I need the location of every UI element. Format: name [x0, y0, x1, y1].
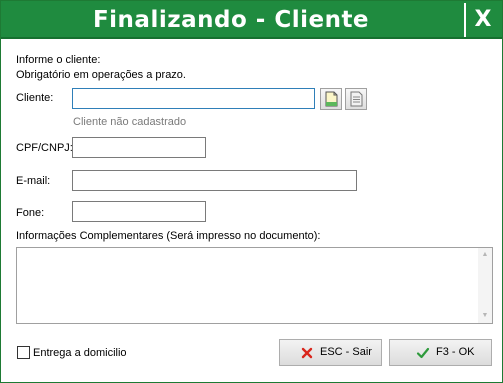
- search-client-button[interactable]: [345, 88, 367, 110]
- esc-sair-button[interactable]: ESC - Sair: [279, 339, 382, 366]
- info-line-1: Informe o cliente:: [16, 54, 101, 66]
- email-input[interactable]: [72, 170, 357, 191]
- cpf-input[interactable]: [72, 137, 206, 158]
- info-line-2: Obrigatório em operações a prazo.: [16, 69, 186, 81]
- cpf-label: CPF/CNPJ:: [16, 142, 73, 154]
- vertical-scrollbar[interactable]: ▲ ▼: [478, 248, 492, 323]
- title-bar: Finalizando - Cliente X: [1, 1, 502, 39]
- cliente-status: Cliente não cadastrado: [73, 116, 187, 128]
- info-complementares-textarea[interactable]: ▲ ▼: [16, 247, 493, 324]
- document-list-icon: [350, 91, 363, 107]
- fone-label: Fone:: [16, 207, 45, 219]
- entrega-checkbox[interactable]: [17, 346, 30, 359]
- email-label: E-mail:: [16, 175, 51, 187]
- scroll-up-icon[interactable]: ▲: [481, 251, 489, 259]
- red-x-icon: [301, 347, 313, 359]
- new-client-button[interactable]: [320, 88, 342, 110]
- info-complementares-label: Informações Complementares (Será impress…: [16, 230, 321, 242]
- dialog-title: Finalizando - Cliente: [92, 7, 370, 33]
- new-document-icon: [325, 91, 338, 107]
- cliente-label: Cliente:: [16, 92, 54, 104]
- cliente-dialog: Finalizando - Cliente X Informe o client…: [0, 0, 503, 383]
- entrega-label: Entrega a domicilio: [33, 347, 127, 359]
- scroll-down-icon[interactable]: ▼: [481, 312, 489, 320]
- green-check-icon: [416, 347, 430, 359]
- fone-input[interactable]: [72, 201, 206, 222]
- f3-ok-button[interactable]: F3 - OK: [389, 339, 492, 366]
- f3-ok-label: F3 - OK: [436, 346, 475, 358]
- close-button[interactable]: X: [464, 3, 500, 37]
- cliente-input[interactable]: [72, 88, 315, 109]
- esc-sair-label: ESC - Sair: [320, 346, 372, 358]
